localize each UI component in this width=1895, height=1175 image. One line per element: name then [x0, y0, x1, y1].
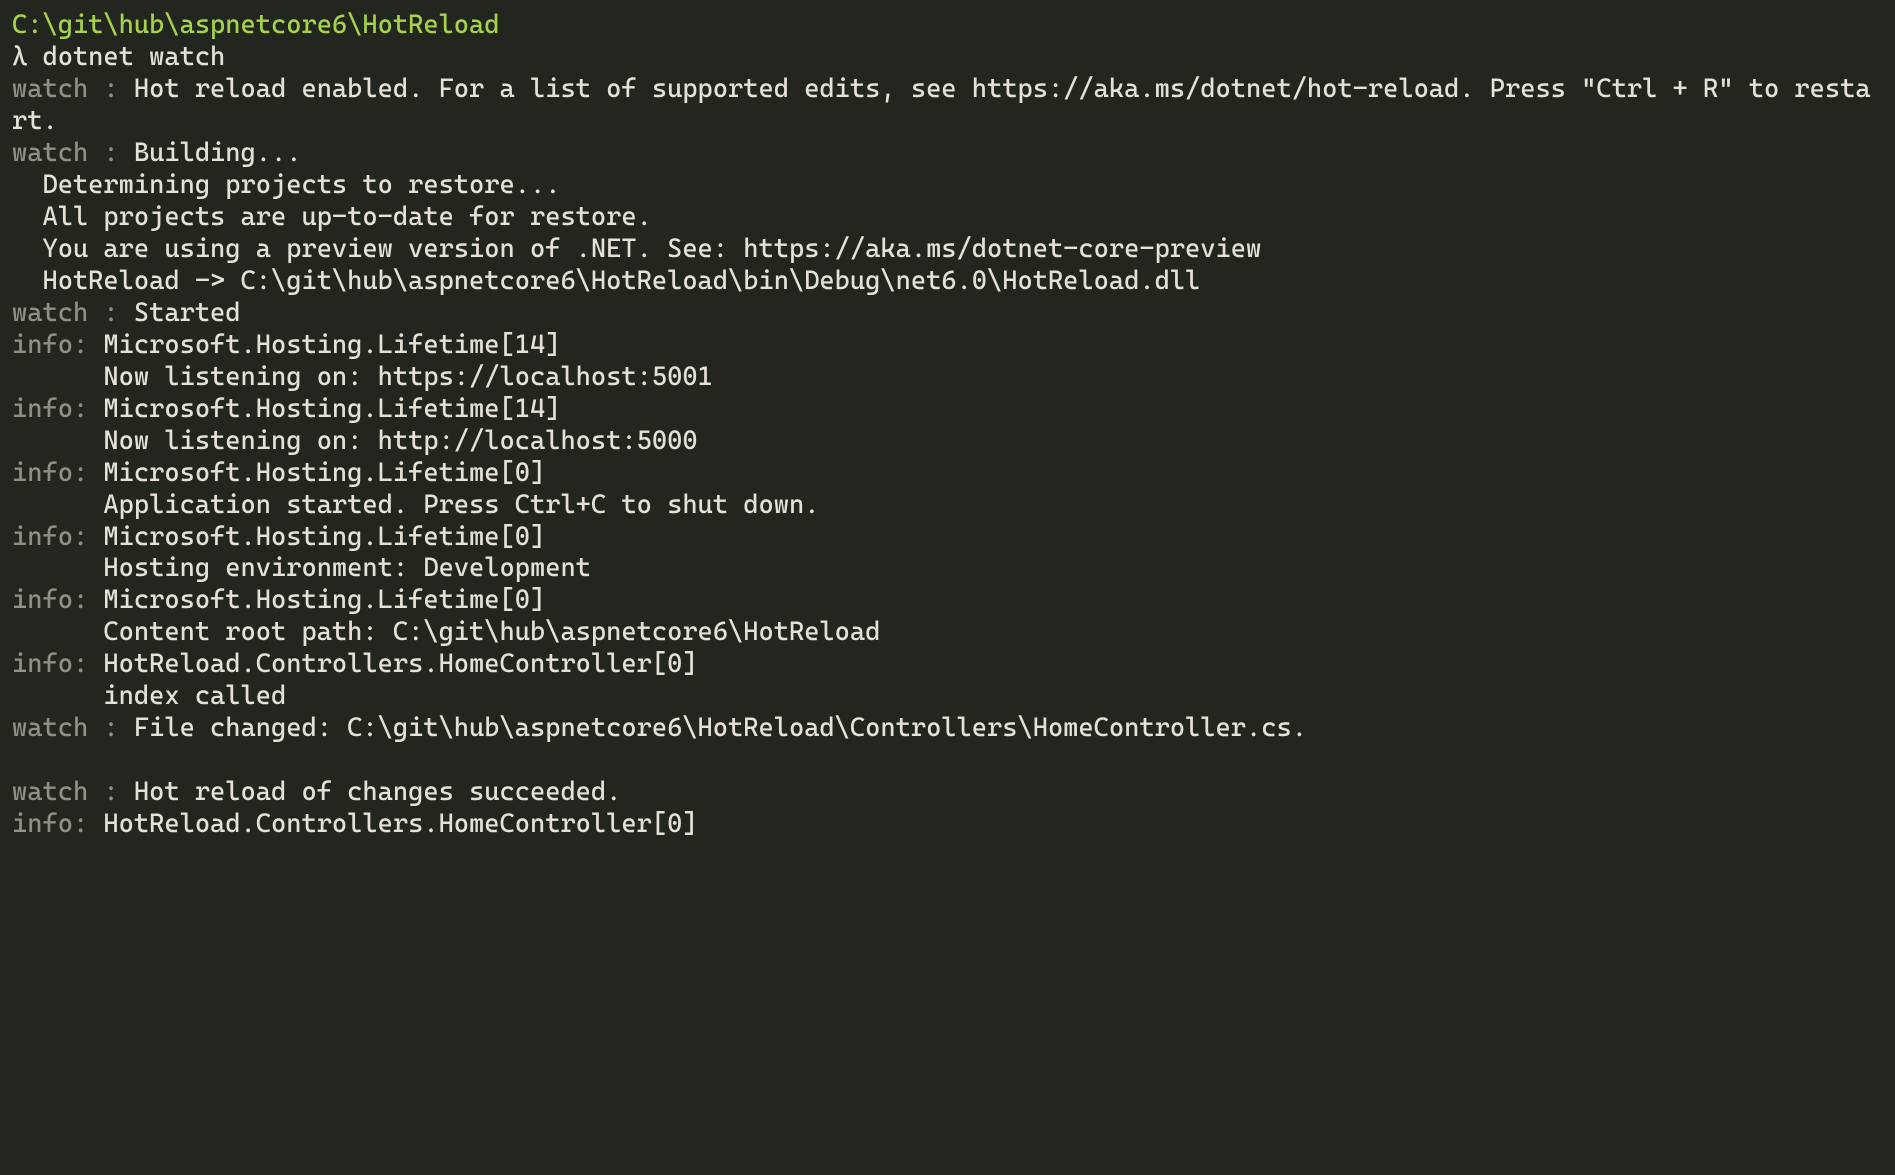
log-text: All projects are up-to-date for restore.: [12, 202, 652, 232]
log-text: File changed: C:\git\hub\aspnetcore6\Hot…: [134, 713, 1307, 743]
log-prefix: info:: [12, 522, 103, 552]
log-text: HotReload.Controllers.HomeController[0]: [103, 809, 697, 839]
log-text: Application started. Press Ctrl+C to shu…: [12, 490, 819, 520]
log-text: Hot reload enabled. For a list of suppor…: [12, 74, 1871, 136]
log-text: Microsoft.Hosting.Lifetime[14]: [103, 330, 560, 360]
log-text: HotReload -> C:\git\hub\aspnetcore6\HotR…: [12, 266, 1200, 296]
log-text: Microsoft.Hosting.Lifetime[0]: [103, 522, 545, 552]
log-text: Now listening on: http://localhost:5000: [12, 426, 698, 456]
log-text: You are using a preview version of .NET.…: [12, 234, 1261, 264]
log-text: Microsoft.Hosting.Lifetime[0]: [103, 585, 545, 615]
log-prefix: info:: [12, 809, 103, 839]
log-lines: watch : Hot reload enabled. For a list o…: [12, 74, 1871, 839]
prompt-symbol: λ: [12, 42, 42, 72]
log-prefix: info:: [12, 585, 103, 615]
log-prefix: info:: [12, 649, 103, 679]
log-prefix: info:: [12, 394, 103, 424]
log-prefix: watch :: [12, 74, 134, 104]
log-prefix: info:: [12, 330, 103, 360]
log-text: Content root path: C:\git\hub\aspnetcore…: [12, 617, 880, 647]
cwd-path: C:\git\hub\aspnetcore6\HotReload: [12, 10, 500, 40]
log-prefix: watch :: [12, 713, 134, 743]
log-text: HotReload.Controllers.HomeController[0]: [103, 649, 697, 679]
terminal-output[interactable]: C:\git\hub\aspnetcore6\HotReload λ dotne…: [0, 0, 1895, 841]
log-prefix: watch :: [12, 138, 134, 168]
log-text: Hot reload of changes succeeded.: [134, 777, 622, 807]
log-text: Building...: [134, 138, 302, 168]
log-prefix: watch :: [12, 777, 134, 807]
log-text: Determining projects to restore...: [12, 170, 560, 200]
command-text: dotnet watch: [42, 42, 225, 72]
log-text: Hosting environment: Development: [12, 553, 591, 583]
log-text: Now listening on: https://localhost:5001: [12, 362, 713, 392]
log-text: Microsoft.Hosting.Lifetime[14]: [103, 394, 560, 424]
log-prefix: watch :: [12, 298, 134, 328]
log-text: Microsoft.Hosting.Lifetime[0]: [103, 458, 545, 488]
log-prefix: info:: [12, 458, 103, 488]
log-text: index called: [12, 681, 286, 711]
log-text: Started: [134, 298, 241, 328]
